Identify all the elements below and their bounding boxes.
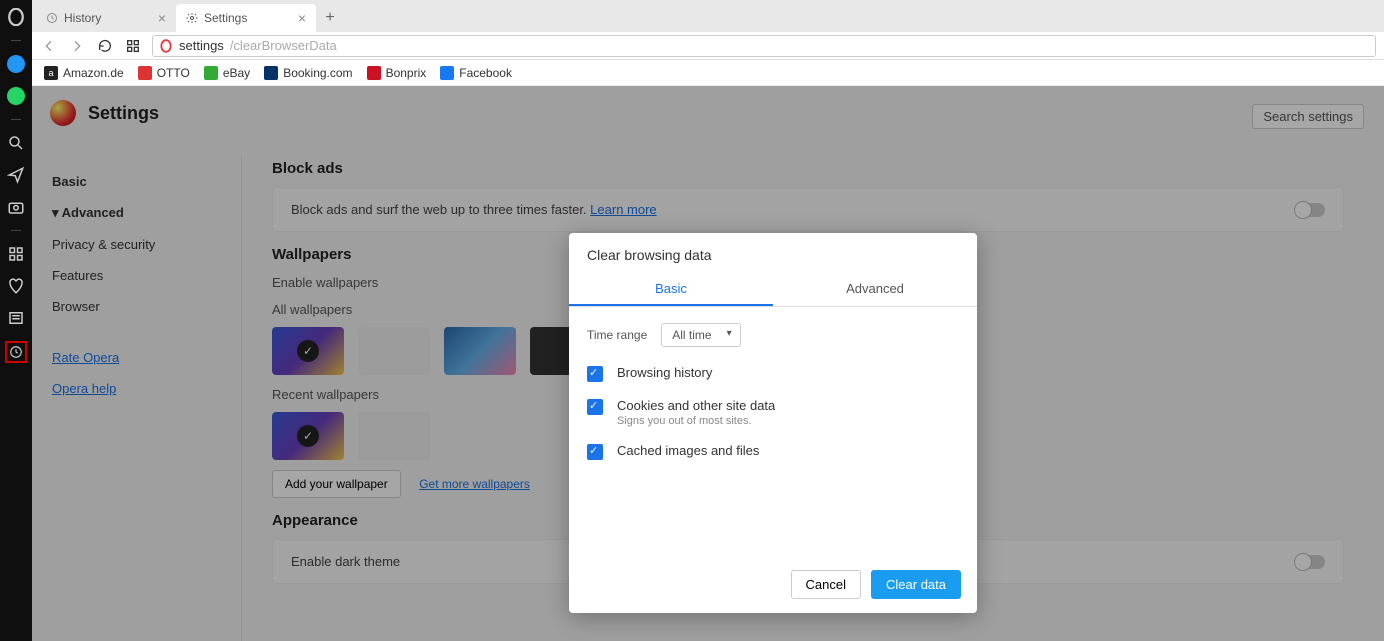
dialog-footer: Cancel Clear data xyxy=(569,560,977,613)
check-browsing-history[interactable]: Browsing history xyxy=(587,365,959,382)
search-icon[interactable] xyxy=(7,134,25,152)
history-icon[interactable] xyxy=(5,341,27,363)
gear-icon xyxy=(186,12,198,24)
address-input[interactable]: settings/clearBrowserData xyxy=(152,35,1376,57)
check-cookies[interactable]: Cookies and other site data Signs you ou… xyxy=(587,398,959,427)
clear-browsing-data-dialog: Clear browsing data Basic Advanced Time … xyxy=(569,233,977,613)
separator xyxy=(11,119,21,120)
tab-label: History xyxy=(64,11,101,25)
heart-icon[interactable] xyxy=(7,277,25,295)
forward-button[interactable] xyxy=(68,37,86,55)
new-tab-button[interactable]: + xyxy=(316,4,344,32)
opera-logo-icon[interactable] xyxy=(7,8,25,26)
tab-history[interactable]: History × xyxy=(36,4,176,32)
separator xyxy=(11,230,21,231)
cancel-button[interactable]: Cancel xyxy=(791,570,861,599)
opera-favicon-icon xyxy=(159,39,173,53)
bookmark-booking[interactable]: Booking.com xyxy=(264,66,352,80)
check-cache[interactable]: Cached images and files xyxy=(587,443,959,460)
tab-settings[interactable]: Settings × xyxy=(176,4,316,32)
bookmark-bonprix[interactable]: Bonprix xyxy=(367,66,427,80)
news-icon[interactable] xyxy=(7,309,25,327)
checkbox-icon[interactable] xyxy=(587,444,603,460)
dialog-tab-basic[interactable]: Basic xyxy=(569,273,773,306)
time-range-select[interactable]: All time xyxy=(661,323,740,347)
dialog-tab-advanced[interactable]: Advanced xyxy=(773,273,977,306)
messenger-icon[interactable] xyxy=(7,55,25,73)
send-icon[interactable] xyxy=(7,166,25,184)
apps-icon[interactable] xyxy=(7,245,25,263)
speed-dial-button[interactable] xyxy=(124,37,142,55)
history-tab-icon xyxy=(46,12,58,24)
close-tab-icon[interactable]: × xyxy=(298,10,306,26)
time-range-label: Time range xyxy=(587,328,647,342)
camera-icon[interactable] xyxy=(7,198,25,216)
whatsapp-icon[interactable] xyxy=(7,87,25,105)
address-path: /clearBrowserData xyxy=(230,38,337,53)
checkbox-icon[interactable] xyxy=(587,366,603,382)
back-button[interactable] xyxy=(40,37,58,55)
address-protocol: settings xyxy=(179,38,224,53)
cookies-subtext: Signs you out of most sites. xyxy=(617,415,775,427)
checkbox-icon[interactable] xyxy=(587,399,603,415)
opera-sidebar xyxy=(0,0,32,641)
bookmarks-bar: aAmazon.de OTTO eBay Booking.com Bonprix… xyxy=(32,60,1384,86)
tab-strip: History × Settings × + xyxy=(32,0,1384,32)
bookmark-facebook[interactable]: Facebook xyxy=(440,66,512,80)
dialog-title: Clear browsing data xyxy=(569,233,977,273)
tab-label: Settings xyxy=(204,11,247,25)
address-bar-row: settings/clearBrowserData xyxy=(32,32,1384,60)
bookmark-amazon[interactable]: aAmazon.de xyxy=(44,66,124,80)
reload-button[interactable] xyxy=(96,37,114,55)
close-tab-icon[interactable]: × xyxy=(158,10,166,26)
dialog-body: Time range All time Browsing history Coo… xyxy=(569,307,977,560)
clear-data-button[interactable]: Clear data xyxy=(871,570,961,599)
dialog-tabs: Basic Advanced xyxy=(569,273,977,307)
separator xyxy=(11,40,21,41)
bookmark-otto[interactable]: OTTO xyxy=(138,66,190,80)
bookmark-ebay[interactable]: eBay xyxy=(204,66,250,80)
